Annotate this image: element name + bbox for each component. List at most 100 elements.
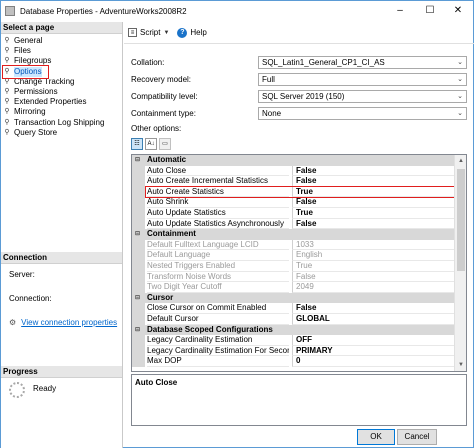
- grid-property-name: Auto Shrink: [147, 197, 289, 208]
- grid-property-name: Auto Update Statistics Asynchronously: [147, 219, 289, 230]
- grid-property-row[interactable]: Nested Triggers Enabled True: [132, 261, 455, 272]
- grid-row-margin: [132, 345, 145, 357]
- grid-property-row[interactable]: Default Fulltext Language LCID 1033: [132, 239, 455, 251]
- grid-property-row[interactable]: Auto Update Statistics True: [132, 208, 455, 219]
- options-highlight-box: [2, 65, 49, 79]
- page-icon: ⚲: [4, 118, 10, 126]
- scroll-down-icon[interactable]: ▼: [455, 359, 466, 371]
- grid-row-margin: [132, 356, 145, 367]
- grid-property-name: Transform Noise Words: [147, 272, 289, 283]
- progress-header: Progress: [1, 366, 122, 378]
- grid-row-margin: [132, 303, 145, 314]
- sidebar-item-label: Permissions: [14, 87, 58, 96]
- grid-property-row[interactable]: Two Digit Year Cutoff 2049: [132, 282, 455, 293]
- grid-property-value[interactable]: False: [292, 303, 455, 314]
- grid-property-value[interactable]: 2049: [292, 282, 455, 293]
- grid-property-value[interactable]: False: [292, 218, 455, 230]
- sidebar-item-label: Extended Properties: [14, 97, 87, 107]
- grid-category-row[interactable]: ⊟ Automatic: [132, 155, 455, 166]
- grid-property-name: Max DOP: [147, 356, 289, 367]
- scroll-up-icon[interactable]: ▲: [455, 155, 466, 167]
- help-button[interactable]: ? Help: [177, 27, 207, 38]
- scroll-thumb[interactable]: [457, 169, 465, 271]
- maximize-button[interactable]: ☐: [415, 1, 445, 21]
- grid-property-value[interactable]: 1033: [292, 239, 455, 251]
- grid-property-row[interactable]: Default Language English: [132, 250, 455, 261]
- grid-property-value[interactable]: English: [292, 250, 455, 261]
- cancel-button[interactable]: Cancel: [397, 429, 437, 445]
- containment-type-value: None: [262, 109, 282, 118]
- grid-category-row[interactable]: ⊟ Containment: [132, 229, 455, 240]
- compatibility-level-select[interactable]: SQL Server 2019 (150) ⌄: [258, 90, 467, 103]
- minimize-button[interactable]: –: [385, 1, 415, 21]
- grid-property-row[interactable]: Legacy Cardinality Estimation For Second…: [132, 345, 455, 357]
- grid-property-name: Two Digit Year Cutoff: [147, 282, 289, 293]
- grid-property-row[interactable]: Transform Noise Words False: [132, 271, 455, 283]
- sidebar-item-general[interactable]: ⚲ General: [3, 36, 42, 46]
- grid-property-name: Legacy Cardinality Estimation: [147, 335, 289, 346]
- chevron-down-icon: ▼: [163, 29, 170, 36]
- grid-property-value[interactable]: 0: [292, 356, 455, 367]
- page-icon: ⚲: [4, 128, 10, 136]
- property-grid: ⊟ Automatic Auto Close False Auto Create Inc…: [131, 154, 467, 372]
- grid-property-value[interactable]: True: [292, 208, 455, 219]
- collapse-icon[interactable]: ⊟: [135, 229, 140, 240]
- grid-row-margin: [132, 197, 145, 208]
- sidebar-item-extended-properties[interactable]: ⚲ Extended Properties: [3, 97, 87, 107]
- alphabetical-sort-icon[interactable]: A↓: [145, 138, 157, 150]
- sidebar-item-permissions[interactable]: ⚲ Permissions: [3, 87, 58, 97]
- grid-property-value[interactable]: OFF: [292, 335, 455, 346]
- recovery-model-select[interactable]: Full ⌄: [258, 73, 467, 86]
- grid-property-row[interactable]: Auto Close False: [132, 165, 455, 177]
- grid-property-name: Auto Update Statistics: [147, 208, 289, 219]
- grid-property-value[interactable]: GLOBAL: [292, 314, 455, 325]
- grid-property-value[interactable]: False: [292, 165, 455, 177]
- grid-property-value[interactable]: False: [292, 271, 455, 283]
- property-pages-icon: ▭: [159, 138, 171, 150]
- grid-property-value[interactable]: PRIMARY: [292, 345, 455, 357]
- script-button[interactable]: ≡ Script ▼: [128, 28, 169, 37]
- close-button[interactable]: ✕: [443, 1, 473, 21]
- sidebar-item-query-store[interactable]: ⚲ Query Store: [3, 128, 57, 138]
- sidebar-item-transaction-log-shipping[interactable]: ⚲ Transaction Log Shipping: [3, 118, 104, 128]
- app-icon: [5, 6, 15, 16]
- grid-property-name: Default Cursor: [147, 314, 289, 325]
- collapse-icon[interactable]: ⊟: [135, 155, 140, 166]
- collapse-icon[interactable]: ⊟: [135, 325, 140, 336]
- containment-type-select[interactable]: None ⌄: [258, 107, 467, 120]
- collapse-icon[interactable]: ⊟: [135, 293, 140, 304]
- property-grid-scrollbar[interactable]: ▲ ▼: [454, 155, 466, 371]
- chevron-down-icon: ⌄: [457, 59, 463, 66]
- sidebar-item-label: Files: [14, 46, 31, 56]
- ok-button[interactable]: OK: [357, 429, 395, 445]
- window-title: Database Properties - AdventureWorks2008…: [20, 6, 187, 16]
- grid-category-name: Containment: [147, 229, 196, 239]
- script-icon: ≡: [128, 28, 137, 37]
- grid-property-row[interactable]: Close Cursor on Commit Enabled False: [132, 303, 455, 314]
- sidebar-item-files[interactable]: ⚲ Files: [3, 46, 31, 56]
- connection-properties-icon: ⚙: [9, 318, 17, 327]
- grid-property-row[interactable]: Default Cursor GLOBAL: [132, 314, 455, 325]
- sidebar-item-mirroring[interactable]: ⚲ Mirroring: [3, 107, 46, 117]
- categorized-sort-icon[interactable]: ☷: [131, 138, 143, 150]
- grid-category-row[interactable]: ⊟ Cursor: [132, 292, 455, 304]
- grid-property-value[interactable]: False: [292, 197, 455, 208]
- grid-property-row[interactable]: Max DOP 0: [132, 356, 455, 367]
- connection-header: Connection: [1, 252, 122, 264]
- grid-property-row[interactable]: Auto Shrink False: [132, 197, 455, 208]
- grid-row-margin: [132, 335, 145, 346]
- collation-select[interactable]: SQL_Latin1_General_CP1_CI_AS ⌄: [258, 56, 467, 69]
- property-description-title: Auto Close: [135, 378, 178, 387]
- grid-property-row[interactable]: Auto Update Statistics Asynchronously Fal…: [132, 218, 455, 230]
- grid-category-name: Cursor: [147, 292, 174, 302]
- grid-category-row[interactable]: ⊟ Database Scoped Configurations: [132, 324, 455, 336]
- page-icon: ⚲: [4, 108, 10, 116]
- grid-property-row[interactable]: Legacy Cardinality Estimation OFF: [132, 335, 455, 346]
- select-page-header: Select a page: [1, 22, 122, 34]
- sidebar-item-label: Mirroring: [14, 107, 46, 117]
- view-connection-properties-link[interactable]: ⚙ View connection properties: [9, 318, 117, 327]
- grid-property-value[interactable]: True: [292, 261, 455, 272]
- other-options-label: Other options:: [131, 124, 182, 133]
- page-icon: ⚲: [4, 88, 10, 95]
- sidebar-item-label: Transaction Log Shipping: [14, 117, 105, 127]
